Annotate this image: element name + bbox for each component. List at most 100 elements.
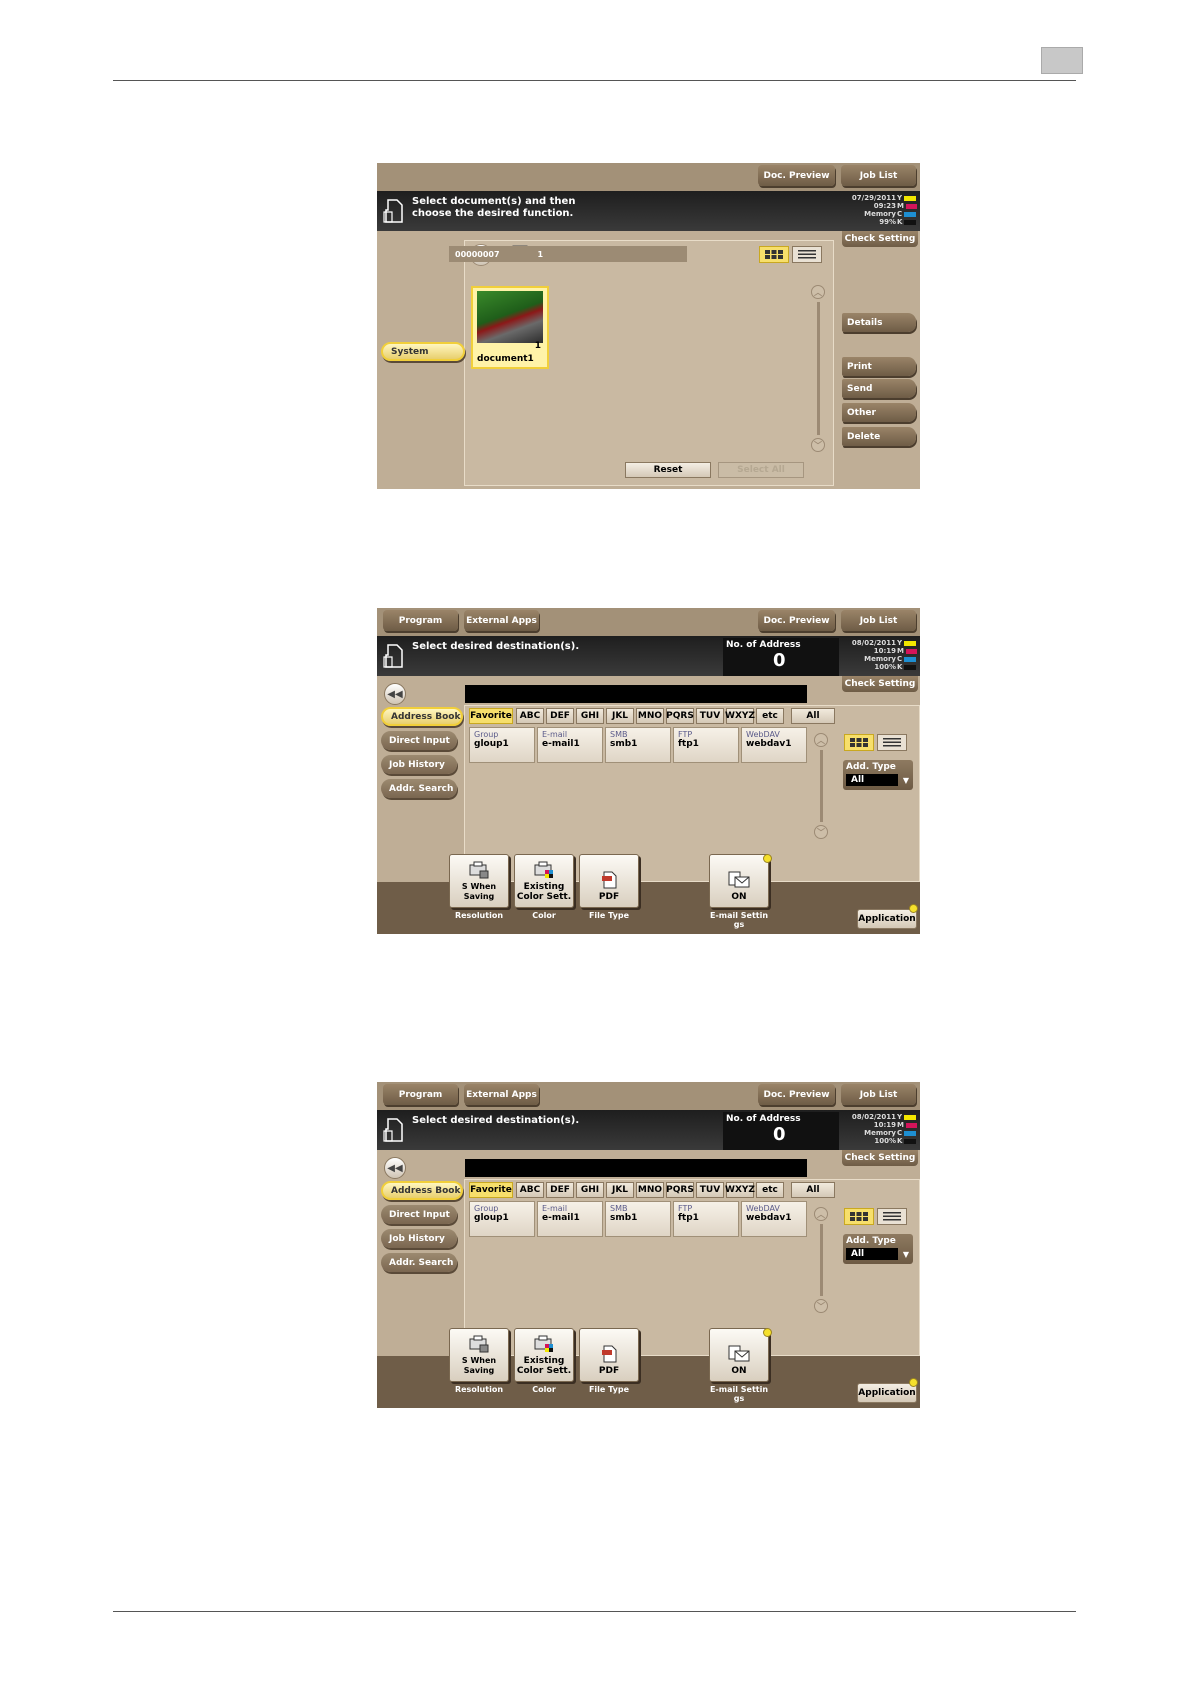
resolution-button[interactable]: S When Saving [449,854,509,908]
delete-button[interactable]: Delete [842,427,916,446]
tab-pqrs[interactable]: PQRS [666,1182,694,1198]
tab-wxyz[interactable]: WXYZ [725,1182,755,1198]
destination-smb[interactable]: SMB smb1 [605,727,671,763]
destination-webdav[interactable]: WebDAV webdav1 [741,727,807,763]
destination-ftp[interactable]: FTP ftp1 [673,727,739,763]
resolution-value: S When Saving [461,882,497,901]
add-type-select[interactable]: Add. Type All ▼ [843,1234,913,1264]
destination-email[interactable]: E-mail e-mail1 [537,1201,603,1237]
application-button[interactable]: Application [857,909,917,929]
reset-button[interactable]: Reset [625,462,711,478]
no-of-address-value: 0 [773,1124,786,1145]
box-number: 00000007 [455,249,500,259]
scrollbar[interactable]: ︿ ﹀ [814,1207,828,1313]
tab-etc[interactable]: etc [756,708,784,724]
scroll-down-icon[interactable]: ﹀ [814,825,828,839]
doc-preview-button[interactable]: Doc. Preview [758,1084,835,1105]
tab-def[interactable]: DEF [546,708,574,724]
resolution-value: S When Saving [461,1356,497,1375]
check-setting-button[interactable]: Check Setting [842,231,918,247]
destination-type: FTP [678,730,693,739]
file-type-button[interactable]: PDF [579,1328,639,1382]
tab-mno[interactable]: MNO [636,1182,664,1198]
tab-jkl[interactable]: JKL [606,1182,634,1198]
tab-all[interactable]: All [791,708,835,724]
sidebar-item-addr-search[interactable]: Addr. Search [381,1253,457,1272]
email-settings-button[interactable]: ON [709,854,769,908]
email-settings-button[interactable]: ON [709,1328,769,1382]
job-list-button[interactable]: Job List [841,1084,916,1105]
document-thumbnail[interactable]: 1 document1 [471,286,549,369]
destination-ftp[interactable]: FTP ftp1 [673,1201,739,1237]
destination-name: ftp1 [678,739,699,749]
doc-preview-button[interactable]: Doc. Preview [758,165,835,186]
tab-wxyz[interactable]: WXYZ [725,708,755,724]
print-button[interactable]: Print [842,357,916,376]
sidebar-item-address-book[interactable]: Address Book [381,707,463,726]
job-list-button[interactable]: Job List [841,610,916,631]
program-button[interactable]: Program [383,1084,458,1105]
send-button[interactable]: Send [842,379,916,398]
add-type-select[interactable]: Add. Type All ▼ [843,760,913,790]
color-button[interactable]: Existing Color Sett. [514,854,574,908]
tab-pqrs[interactable]: PQRS [666,708,694,724]
tab-tuv[interactable]: TUV [696,1182,724,1198]
sidebar-item-job-history[interactable]: Job History [381,1229,457,1248]
job-list-button[interactable]: Job List [841,165,916,186]
tab-abc[interactable]: ABC [516,1182,544,1198]
sidebar-item-direct-input[interactable]: Direct Input [381,731,457,750]
sidebar-item-address-book[interactable]: Address Book [381,1181,463,1200]
destination-smb[interactable]: SMB smb1 [605,1201,671,1237]
scroll-up-icon[interactable]: ︿ [814,733,828,747]
scrollbar[interactable]: ︿ ﹀ [811,285,825,452]
grid-view-icon[interactable] [844,1208,874,1225]
tab-jkl[interactable]: JKL [606,708,634,724]
destination-webdav[interactable]: WebDAV webdav1 [741,1201,807,1237]
tab-tuv[interactable]: TUV [696,708,724,724]
application-button[interactable]: Application [857,1383,917,1403]
scrollbar[interactable]: ︿ ﹀ [814,733,828,839]
check-setting-button[interactable]: Check Setting [842,1150,918,1166]
external-apps-button[interactable]: External Apps [464,1084,539,1105]
tab-etc[interactable]: etc [756,1182,784,1198]
toner-levels: Y M C K [897,639,917,671]
destination-email[interactable]: E-mail e-mail1 [537,727,603,763]
scroll-up-icon[interactable]: ︿ [811,285,825,299]
email-icon [728,871,750,888]
program-button[interactable]: Program [383,610,458,631]
grid-view-icon[interactable] [844,734,874,751]
tab-mno[interactable]: MNO [636,708,664,724]
sidebar-item-direct-input[interactable]: Direct Input [381,1205,457,1224]
tab-def[interactable]: DEF [546,1182,574,1198]
color-button[interactable]: Existing Color Sett. [514,1328,574,1382]
tab-ghi[interactable]: GHI [576,1182,604,1198]
back-icon[interactable]: ◀◀ [384,1157,406,1179]
sidebar-item-system[interactable]: System [381,342,465,361]
details-button[interactable]: Details [842,313,916,332]
doc-preview-button[interactable]: Doc. Preview [758,610,835,631]
file-type-value: PDF [598,892,620,902]
back-icon[interactable]: ◀◀ [384,683,406,705]
resolution-button[interactable]: S When Saving [449,1328,509,1382]
scroll-down-icon[interactable]: ﹀ [811,438,825,452]
sidebar-item-addr-search[interactable]: Addr. Search [381,779,457,798]
list-view-icon[interactable] [877,1208,907,1225]
external-apps-button[interactable]: External Apps [464,610,539,631]
list-view-icon[interactable] [877,734,907,751]
sidebar-item-job-history[interactable]: Job History [381,755,457,774]
file-type-button[interactable]: PDF [579,854,639,908]
scroll-up-icon[interactable]: ︿ [814,1207,828,1221]
tab-ghi[interactable]: GHI [576,708,604,724]
grid-view-icon[interactable] [759,246,789,263]
check-setting-button[interactable]: Check Setting [842,676,918,692]
list-view-icon[interactable] [792,246,822,263]
destination-group[interactable]: Group gloup1 [469,1201,535,1237]
tab-favorite[interactable]: Favorite [469,708,513,724]
tab-all[interactable]: All [791,1182,835,1198]
select-all-button[interactable]: Select All [718,462,804,478]
other-button[interactable]: Other [842,403,916,422]
scroll-down-icon[interactable]: ﹀ [814,1299,828,1313]
tab-favorite[interactable]: Favorite [469,1182,513,1198]
tab-abc[interactable]: ABC [516,708,544,724]
destination-group[interactable]: Group gloup1 [469,727,535,763]
